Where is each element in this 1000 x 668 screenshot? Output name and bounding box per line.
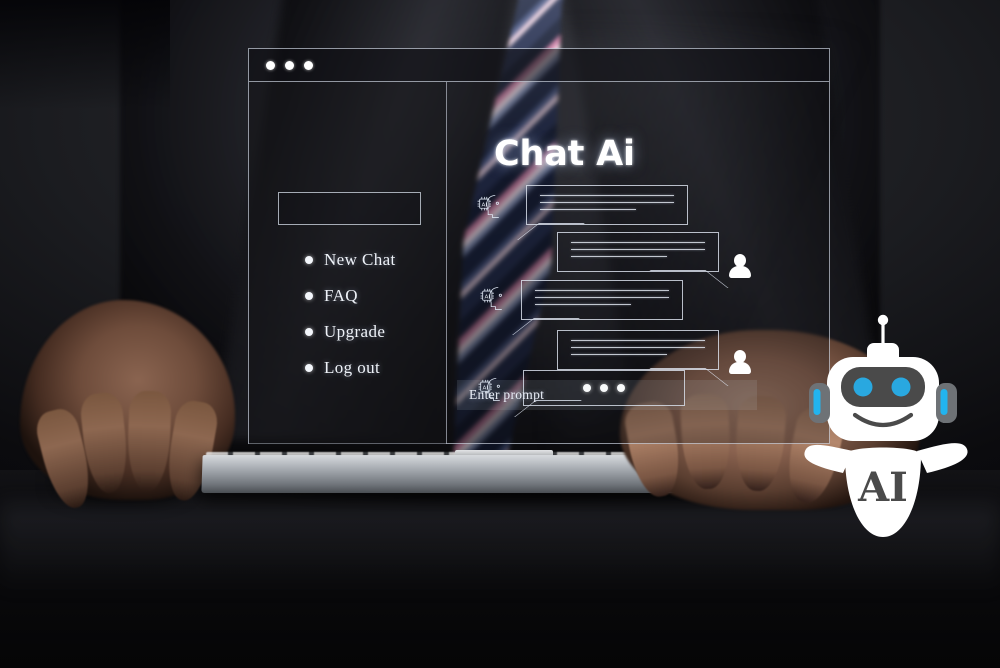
sidebar-item-new-chat[interactable]: New Chat	[305, 242, 455, 278]
robot-earcup-accent-right	[940, 389, 948, 415]
robot-earcup-accent-left	[813, 389, 821, 415]
message-bubble[interactable]	[557, 232, 719, 272]
bullet-icon	[305, 328, 313, 336]
page-title: Chat Ai	[494, 134, 635, 174]
message-line	[571, 256, 668, 257]
message-line	[540, 202, 674, 203]
necktie-top-shadow	[0, 0, 170, 110]
message-bubble[interactable]	[521, 280, 683, 320]
prompt-input[interactable]: Enter prompt	[457, 380, 757, 410]
bullet-icon	[305, 292, 313, 300]
message-line	[571, 340, 705, 341]
message-line	[571, 242, 705, 243]
robot-eye-left	[853, 377, 873, 397]
sidebar-item-label: FAQ	[324, 286, 358, 305]
sidebar-item-label: New Chat	[324, 250, 396, 269]
svg-text:AI: AI	[481, 202, 487, 208]
left-hand-fingers	[32, 385, 228, 513]
user-avatar-icon	[729, 350, 751, 374]
ai-robot-mascot: AI	[804, 314, 968, 537]
svg-text:AI: AI	[484, 294, 490, 300]
ai-head-icon: AI	[477, 195, 499, 218]
window-body: New Chat FAQ Upgrade Log out Chat Ai AI …	[249, 82, 829, 444]
screenshot-stage: New Chat FAQ Upgrade Log out Chat Ai AI …	[0, 0, 1000, 668]
window-dot-icon[interactable]	[304, 60, 313, 70]
robot-body-label: AI	[857, 464, 908, 511]
user-avatar-icon	[729, 254, 751, 278]
chat-message-user	[557, 232, 729, 288]
sidebar-item-log-out[interactable]: Log out	[305, 350, 455, 386]
message-line	[535, 304, 632, 305]
message-line	[571, 249, 705, 250]
sidebar-menu: New Chat FAQ Upgrade Log out	[305, 242, 455, 386]
avatar-shoulders	[729, 266, 751, 278]
chat-pane: Chat Ai AI AI AI Enter prompt	[447, 82, 829, 444]
message-bubble[interactable]	[526, 185, 688, 225]
message-line	[571, 347, 705, 348]
sidebar-search-input[interactable]	[278, 192, 421, 225]
robot-eye-right	[891, 377, 911, 397]
bullet-icon	[305, 364, 313, 372]
window-title-bar	[249, 49, 829, 82]
sidebar: New Chat FAQ Upgrade Log out	[249, 82, 447, 444]
message-line	[571, 354, 668, 355]
bullet-icon	[305, 256, 313, 264]
message-line	[540, 209, 637, 210]
window-dot-icon[interactable]	[285, 60, 294, 70]
chat-message-ai	[517, 185, 688, 240]
message-bubble[interactable]	[557, 330, 719, 370]
chat-message-user	[557, 330, 729, 386]
robot-arm-right	[917, 443, 968, 473]
chat-app-window: New Chat FAQ Upgrade Log out Chat Ai AI …	[248, 48, 830, 444]
sidebar-item-label: Upgrade	[324, 322, 386, 341]
sidebar-item-upgrade[interactable]: Upgrade	[305, 314, 455, 350]
message-line	[540, 195, 674, 196]
ai-head-icon: AI	[480, 287, 502, 310]
chat-message-ai	[512, 280, 683, 335]
message-line	[535, 297, 669, 298]
sidebar-item-label: Log out	[324, 358, 381, 377]
prompt-placeholder: Enter prompt	[469, 387, 545, 402]
message-line	[535, 290, 669, 291]
sidebar-item-faq[interactable]: FAQ	[305, 278, 455, 314]
avatar-shoulders	[729, 362, 751, 374]
window-dot-icon[interactable]	[266, 60, 275, 70]
robot-antenna-tip	[877, 314, 889, 326]
